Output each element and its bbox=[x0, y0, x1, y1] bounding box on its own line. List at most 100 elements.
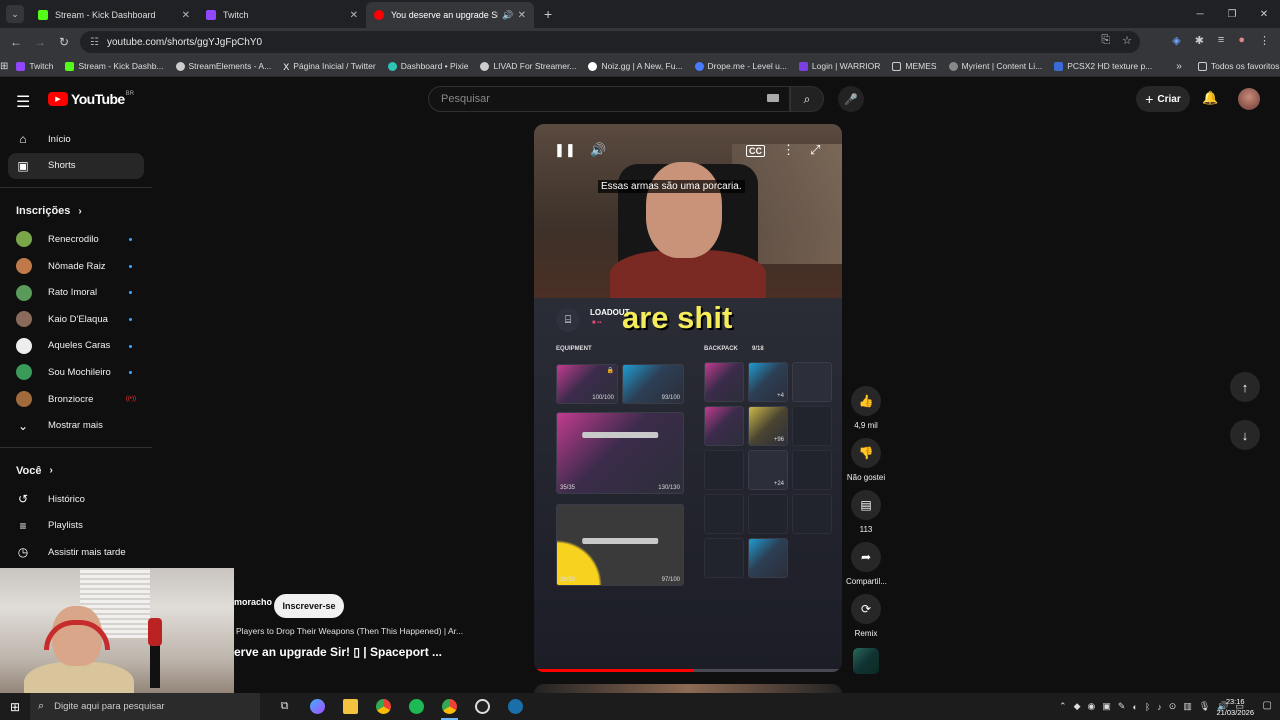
apps-grid-icon[interactable]: ⊞ bbox=[0, 61, 8, 72]
tab-twitch[interactable]: Twitch ✕ bbox=[198, 2, 366, 28]
dislike-button[interactable]: 👎 Não gostei bbox=[846, 438, 886, 482]
tray-app-icon[interactable]: ◐ bbox=[1132, 702, 1137, 712]
like-button[interactable]: 👍 4,9 mil bbox=[846, 386, 886, 430]
close-tab-icon[interactable]: ✕ bbox=[518, 10, 526, 21]
restore-icon[interactable]: ❐ bbox=[1216, 0, 1248, 28]
install-icon[interactable]: ⎘ bbox=[1101, 34, 1110, 47]
taskbar-clock[interactable]: 23:16 21/03/2026 bbox=[1216, 696, 1254, 718]
show-more-button[interactable]: ⌄ Mostrar mais bbox=[0, 412, 152, 439]
short-title[interactable]: erve an upgrade Sir! ▯ | Spaceport ... bbox=[234, 645, 442, 659]
tray-app-icon[interactable]: ▣ bbox=[1102, 701, 1111, 712]
more-bookmarks-icon[interactable]: » bbox=[1176, 61, 1182, 72]
short-player[interactable]: ❚❚ 🔊 CC ⋮ ⤢ Essas armas são uma porcaria… bbox=[534, 124, 842, 672]
subscription-item[interactable]: Renecrodilo bbox=[0, 226, 152, 253]
windows-start-icon[interactable]: ⊞ bbox=[0, 700, 30, 714]
file-explorer-icon[interactable] bbox=[334, 693, 367, 720]
channel-name[interactable]: moracho bbox=[234, 597, 272, 607]
subscribe-button[interactable]: Inscrever-se bbox=[274, 594, 344, 618]
new-tab-icon[interactable]: + bbox=[544, 6, 552, 22]
tray-app-icon[interactable]: ◆ bbox=[1074, 701, 1081, 712]
bookmark-item[interactable]: Login | WARRIOR bbox=[798, 61, 880, 71]
site-info-icon[interactable]: ☷ bbox=[90, 37, 99, 48]
subscription-item[interactable]: Aqueles Caras bbox=[0, 333, 152, 360]
close-tab-icon[interactable]: ✕ bbox=[182, 10, 190, 21]
bookmark-item[interactable]: Dashboard • Pixie bbox=[387, 61, 468, 71]
tab-youtube[interactable]: You deserve an upgrade Sir! 🔊 ✕ bbox=[366, 2, 534, 28]
speaker-icon[interactable]: 🔊 bbox=[502, 10, 513, 21]
tray-app-icon[interactable]: ⊙ bbox=[1169, 701, 1177, 712]
account-avatar[interactable] bbox=[1238, 88, 1260, 110]
close-tab-icon[interactable]: ✕ bbox=[350, 10, 358, 21]
notifications-bell-icon[interactable]: 🔔 bbox=[1202, 90, 1218, 106]
bookmark-item[interactable]: Drope.me - Level u... bbox=[694, 61, 787, 71]
tab-kick[interactable]: Stream - Kick Dashboard ✕ bbox=[30, 2, 198, 28]
browser-menu-icon[interactable]: ⋮ bbox=[1259, 34, 1270, 47]
tray-app-icon[interactable]: ◉ bbox=[1088, 701, 1096, 712]
playback-progress-bar[interactable] bbox=[534, 669, 842, 672]
bookmark-item[interactable]: StreamElements - A... bbox=[175, 61, 271, 71]
steam-icon[interactable] bbox=[499, 693, 532, 720]
tray-app-icon[interactable]: ✎ bbox=[1118, 701, 1126, 712]
volume-icon[interactable]: 🔊 bbox=[590, 142, 606, 158]
tray-app-icon[interactable]: ♪ bbox=[1157, 702, 1162, 712]
chrome-icon[interactable] bbox=[367, 693, 400, 720]
create-button[interactable]: + Criar bbox=[1136, 86, 1190, 112]
bookmark-item[interactable]: PCSX2 HD texture p... bbox=[1054, 61, 1152, 71]
bookmark-folder[interactable]: MEMES bbox=[892, 61, 937, 71]
subscription-item[interactable]: Rato Imoral bbox=[0, 279, 152, 306]
sidebar-item-shorts[interactable]: ▣ Shorts bbox=[8, 152, 144, 180]
notification-center-icon[interactable]: ▢ bbox=[1263, 700, 1272, 711]
obs-icon[interactable] bbox=[466, 693, 499, 720]
subscription-item[interactable]: Sou Mochileiro bbox=[0, 359, 152, 386]
bookmark-item[interactable]: Myrient | Content Li... bbox=[948, 61, 1042, 71]
media-control-icon[interactable]: ≡ bbox=[1218, 34, 1224, 47]
tray-app-icon[interactable]: ▥ bbox=[1183, 701, 1192, 712]
youtube-logo[interactable]: ▶ YouTube BR bbox=[48, 91, 134, 107]
bookmark-star-icon[interactable]: ☆ bbox=[1122, 34, 1132, 47]
reload-icon[interactable]: ↻ bbox=[52, 35, 76, 49]
minimize-icon[interactable]: ─ bbox=[1184, 0, 1216, 28]
forward-icon[interactable]: → bbox=[28, 35, 52, 49]
bookmark-item[interactable]: LIVAD For Streamer... bbox=[480, 61, 576, 71]
task-view-icon[interactable]: ⧉ bbox=[268, 693, 301, 720]
microphone-icon[interactable]: 🎙 bbox=[1199, 701, 1210, 712]
bookmark-item[interactable]: Stream - Kick Dashb... bbox=[65, 61, 164, 71]
tab-search-button[interactable]: ⌄ bbox=[6, 5, 24, 23]
comments-button[interactable]: ▤ 113 bbox=[846, 490, 886, 534]
profile-icon[interactable]: ● bbox=[1238, 34, 1245, 47]
chevron-up-icon[interactable]: ⌃ bbox=[1059, 701, 1067, 712]
sidebar-item-playlists[interactable]: ≡ Playlists bbox=[0, 513, 152, 540]
previous-short-button[interactable]: ↑ bbox=[1230, 372, 1260, 402]
channel-avatar[interactable] bbox=[853, 648, 879, 674]
subscriptions-header[interactable]: Inscrições › bbox=[0, 196, 152, 226]
subscription-item[interactable]: Nômade Raiz bbox=[0, 253, 152, 280]
extension-icon[interactable]: ◈ bbox=[1172, 34, 1180, 47]
menu-icon[interactable]: ☰ bbox=[16, 92, 30, 112]
fullscreen-icon[interactable]: ⤢ bbox=[810, 142, 820, 158]
share-button[interactable]: ➦ Compartil... bbox=[846, 542, 887, 586]
chrome-active-icon[interactable] bbox=[433, 693, 466, 720]
you-header[interactable]: Você › bbox=[0, 456, 152, 486]
taskbar-search[interactable]: ⌕ Digite aqui para pesquisar bbox=[30, 693, 260, 720]
back-icon[interactable]: ← bbox=[4, 35, 28, 49]
all-bookmarks-folder[interactable]: Todos os favoritos bbox=[1197, 61, 1279, 71]
bookmark-item[interactable]: X Página Inicial / Twitter bbox=[283, 61, 376, 72]
subscription-item[interactable]: Bronziocre ((•)) bbox=[0, 386, 152, 413]
pause-icon[interactable]: ❚❚ bbox=[554, 142, 576, 158]
sidebar-item-history[interactable]: ↺ Histórico bbox=[0, 486, 152, 513]
search-input[interactable]: Pesquisar bbox=[428, 86, 790, 112]
spotify-icon[interactable] bbox=[400, 693, 433, 720]
search-button[interactable]: ⌕ bbox=[790, 86, 824, 112]
extensions-puzzle-icon[interactable]: ✱ bbox=[1195, 34, 1204, 47]
captions-icon[interactable]: CC bbox=[746, 145, 765, 157]
copilot-icon[interactable] bbox=[301, 693, 334, 720]
more-options-icon[interactable]: ⋮ bbox=[782, 142, 795, 158]
address-bar[interactable]: ☷ youtube.com/shorts/ggYJgFpChY0 ⎘ ☆ bbox=[80, 31, 1140, 53]
subscription-item[interactable]: Kaio D'Elaqua bbox=[0, 306, 152, 333]
bookmark-item[interactable]: Twitch bbox=[16, 61, 53, 71]
bluetooth-icon[interactable]: ᛒ bbox=[1145, 702, 1150, 712]
sidebar-item-watch-later[interactable]: ◷ Assistir mais tarde bbox=[0, 539, 152, 566]
short-description[interactable]: Players to Drop Their Weapons (Then This… bbox=[236, 626, 463, 636]
bookmark-item[interactable]: Noiz.gg | A New, Fu... bbox=[588, 61, 683, 71]
close-window-icon[interactable]: ✕ bbox=[1248, 0, 1280, 28]
